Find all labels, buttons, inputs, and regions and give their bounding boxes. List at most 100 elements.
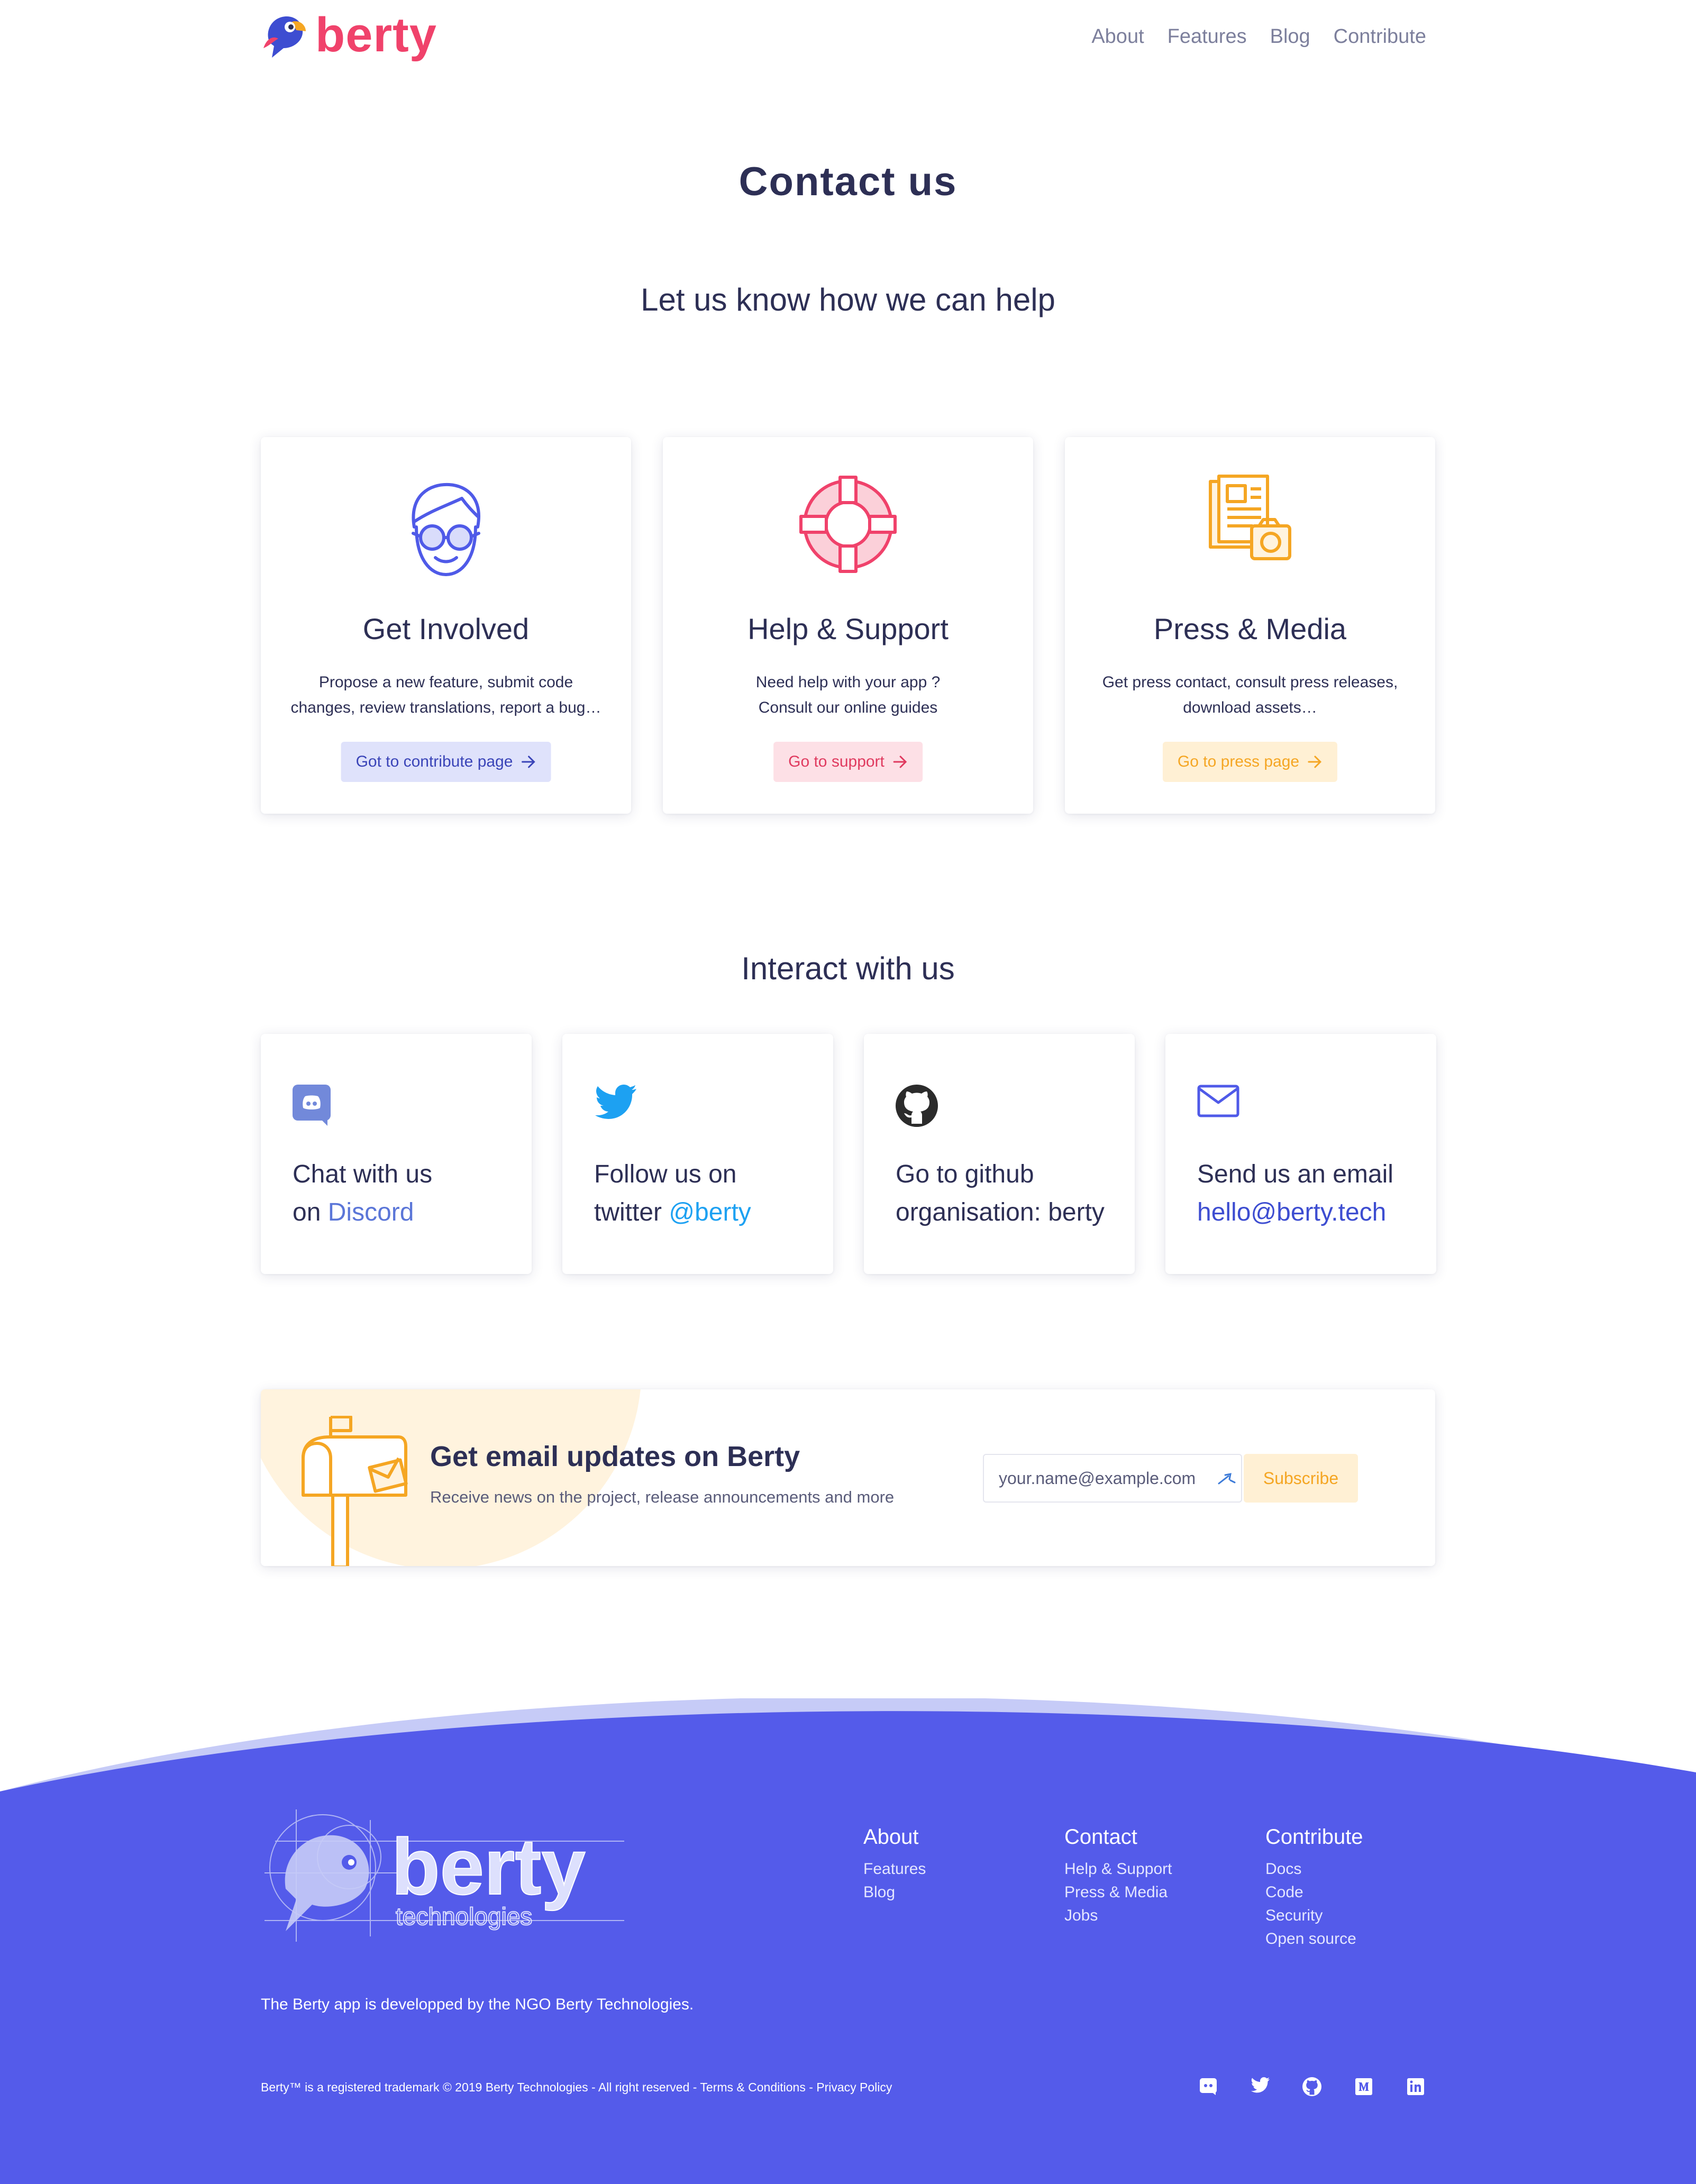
footer-link[interactable]: Features <box>863 1858 926 1881</box>
card-description: Get press contact, consult press release… <box>1086 670 1414 721</box>
parrot-logo-icon <box>263 16 306 58</box>
card-description: Propose a new feature, submit code chang… <box>282 670 610 721</box>
card-line-prefix: twitter <box>594 1198 669 1226</box>
lifebuoy-icon <box>798 474 898 577</box>
card-desc-line: Consult our online guides <box>758 699 938 716</box>
card-desc-line: Get press contact, consult press release… <box>1102 674 1398 691</box>
nav-blog[interactable]: Blog <box>1270 25 1310 48</box>
card-line: Follow us on <box>594 1160 737 1188</box>
nav-contribute[interactable]: Contribute <box>1334 25 1426 48</box>
twitter-link[interactable]: @berty <box>669 1198 751 1226</box>
press-media-card: Press & Media Get press contact, consult… <box>1065 437 1435 814</box>
discord-icon[interactable] <box>1199 2077 1218 2096</box>
footer-wave <box>0 1698 1696 2184</box>
card-text: Follow us on twitter @berty <box>594 1155 751 1232</box>
footer-copyright: Berty™ is a registered trademark © 2019 … <box>261 2080 892 2094</box>
github-icon <box>896 1085 938 1130</box>
footer-logo-word: berty <box>391 1822 586 1911</box>
footer-social <box>1199 2077 1425 2096</box>
get-involved-card: Get Involved Propose a new feature, subm… <box>261 437 631 814</box>
card-text: Send us an email hello@berty.tech <box>1197 1155 1393 1232</box>
newsletter-description: Receive news on the project, release ann… <box>430 1488 895 1506</box>
arrow-right-icon <box>521 756 535 768</box>
footer-col-contact: Contact Help & Support Press & Media Job… <box>1064 1825 1172 1927</box>
email-link[interactable]: hello@berty.tech <box>1197 1198 1386 1226</box>
card-line-prefix: on <box>293 1198 328 1226</box>
page-title: Contact us <box>738 159 958 204</box>
card-description: Need help with your app ? Consult our on… <box>684 670 1012 721</box>
card-line: Go to github <box>896 1160 1034 1188</box>
footer-heading: Contact <box>1064 1825 1137 1849</box>
footer-link[interactable]: Jobs <box>1064 1904 1172 1927</box>
card-desc-line: changes, review translations, report a b… <box>290 699 601 716</box>
footer-col-about: About Features Blog <box>863 1825 926 1904</box>
press-page-button[interactable]: Go to press page <box>1162 742 1338 782</box>
card-desc-line: Propose a new feature, submit code <box>318 674 573 691</box>
nav-about[interactable]: About <box>1091 25 1144 48</box>
subscribe-button[interactable]: Subscribe <box>1244 1454 1358 1503</box>
email-placeholder: your.name@example.com <box>999 1468 1196 1488</box>
berty-technologies-logo-icon: berty technologies <box>265 1809 624 1942</box>
mailbox-icon <box>293 1415 409 1566</box>
footer-link[interactable]: Open source <box>1265 1927 1363 1951</box>
arrow-right-icon <box>1308 756 1322 768</box>
button-label: Go to press page <box>1177 753 1300 770</box>
autofill-key-icon <box>1218 1473 1236 1485</box>
card-text: Chat with us on Discord <box>293 1155 432 1232</box>
footer-link[interactable]: Press & Media <box>1064 1881 1172 1904</box>
twitter-icon <box>594 1085 636 1122</box>
card-title: Press & Media <box>1153 612 1347 645</box>
email-icon <box>1197 1085 1239 1120</box>
card-desc-line: download assets… <box>1183 699 1317 716</box>
footer-heading: About <box>863 1825 919 1849</box>
card-line: on Discord <box>293 1194 432 1232</box>
card-line: hello@berty.tech <box>1197 1194 1393 1232</box>
support-button[interactable]: Go to support <box>773 742 923 782</box>
card-line: organisation: berty <box>896 1198 1105 1226</box>
help-support-card: Help & Support Need help with your app ?… <box>663 437 1033 814</box>
twitter-card[interactable]: Follow us on twitter @berty <box>562 1034 833 1274</box>
footer-logo-subtext: technologies <box>396 1903 532 1930</box>
person-glasses-icon <box>398 474 494 588</box>
contribute-page-button[interactable]: Got to contribute page <box>341 742 551 782</box>
card-title: Help & Support <box>747 612 949 645</box>
footer-link[interactable]: Code <box>1265 1881 1363 1904</box>
twitter-icon[interactable] <box>1251 2077 1270 2096</box>
button-label: Got to contribute page <box>355 753 513 770</box>
page-subtitle: Let us know how we can help <box>641 282 1055 317</box>
github-card[interactable]: Go to github organisation: berty <box>864 1034 1135 1274</box>
linkedin-icon[interactable] <box>1406 2077 1425 2096</box>
discord-card[interactable]: Chat with us on Discord <box>261 1034 532 1274</box>
footer-link[interactable]: Help & Support <box>1064 1858 1172 1881</box>
footer <box>0 1698 1696 2184</box>
button-label: Go to support <box>788 753 885 770</box>
nav-features[interactable]: Features <box>1168 25 1247 48</box>
footer-link[interactable]: Blog <box>863 1881 926 1904</box>
newsletter-card: Get email updates on Berty Receive news … <box>261 1389 1435 1566</box>
footer-heading: Contribute <box>1265 1825 1363 1849</box>
arrow-right-icon <box>893 756 907 768</box>
interact-title: Interact with us <box>741 951 955 986</box>
logo-wordmark: berty <box>315 8 437 62</box>
discord-link[interactable]: Discord <box>328 1198 414 1226</box>
card-line: Send us an email <box>1197 1160 1393 1188</box>
footer-note: The Berty app is developped by the NGO B… <box>261 1996 694 2013</box>
footer-logo[interactable]: berty technologies <box>265 1809 635 1950</box>
discord-icon <box>293 1085 331 1130</box>
main-nav: About Features Blog Contribute <box>1091 25 1426 48</box>
card-text: Go to github organisation: berty <box>896 1155 1105 1232</box>
card-desc-line: Need help with your app ? <box>755 674 941 691</box>
card-title: Get Involved <box>362 612 530 645</box>
newsletter-email-input[interactable]: your.name@example.com <box>983 1454 1242 1503</box>
footer-link[interactable]: Docs <box>1265 1858 1363 1881</box>
card-line: Chat with us <box>293 1160 433 1188</box>
card-line: twitter @berty <box>594 1194 751 1232</box>
newsletter-title: Get email updates on Berty <box>430 1441 800 1472</box>
footer-link[interactable]: Security <box>1265 1904 1363 1927</box>
newspaper-camera-icon <box>1205 474 1295 567</box>
email-card[interactable]: Send us an email hello@berty.tech <box>1165 1034 1436 1274</box>
github-icon[interactable] <box>1302 2077 1321 2096</box>
berty-logo[interactable]: berty <box>259 11 437 59</box>
medium-icon[interactable] <box>1354 2077 1373 2096</box>
footer-col-contribute: Contribute Docs Code Security Open sourc… <box>1265 1825 1363 1951</box>
